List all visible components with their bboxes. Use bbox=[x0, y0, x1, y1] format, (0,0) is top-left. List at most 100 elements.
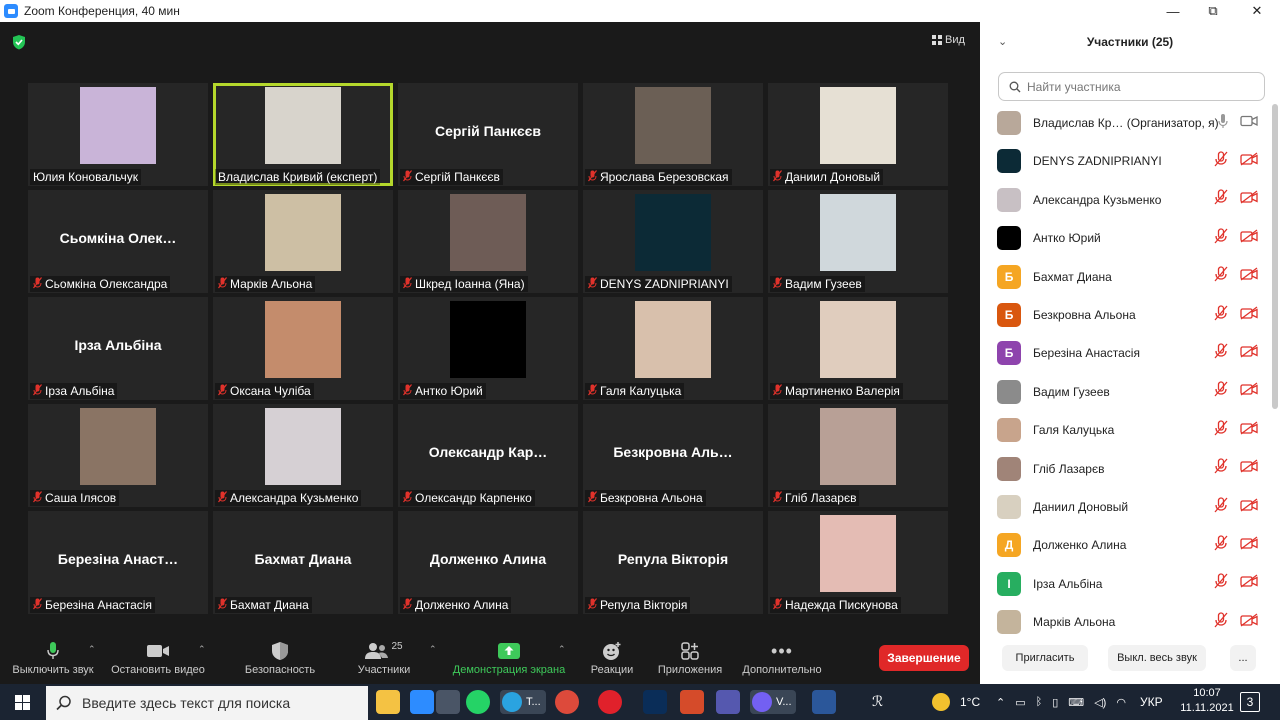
volume-icon[interactable]: ◁) bbox=[1094, 696, 1106, 709]
participant-row[interactable]: І Ірза Альбіна bbox=[980, 565, 1272, 603]
invite-button[interactable]: Пригласить bbox=[1002, 645, 1088, 671]
video-tile[interactable]: Антко Юрий bbox=[398, 297, 578, 400]
video-off-icon[interactable] bbox=[1240, 190, 1258, 209]
muted-mic-icon[interactable] bbox=[1214, 535, 1228, 556]
muted-mic-icon[interactable] bbox=[1214, 266, 1228, 287]
mute-button[interactable]: Выключить звук bbox=[8, 638, 98, 682]
clock[interactable]: 10:07 11.11.2021 bbox=[1174, 686, 1240, 716]
microphone-icon[interactable] bbox=[1218, 113, 1228, 134]
wifi-icon[interactable]: ◠ bbox=[1116, 696, 1126, 709]
share-screen-button[interactable]: Демонстрация экрана bbox=[448, 638, 570, 682]
video-tile[interactable]: Владислав Кривий (експерт) bbox=[213, 83, 393, 186]
shield-check-icon[interactable] bbox=[12, 34, 26, 50]
photoshop-icon[interactable] bbox=[643, 690, 667, 714]
opera-icon[interactable] bbox=[598, 690, 622, 714]
telegram-app[interactable]: T... bbox=[500, 690, 546, 714]
video-options-chevron-icon[interactable]: ⌃ bbox=[198, 644, 206, 655]
video-tile[interactable]: Олександр Кар… Олександр Карпенко bbox=[398, 404, 578, 507]
video-tile[interactable]: Долженко Алина Долженко Алина bbox=[398, 511, 578, 614]
muted-mic-icon[interactable] bbox=[1214, 189, 1228, 210]
muted-mic-icon[interactable] bbox=[1214, 228, 1228, 249]
video-tile[interactable]: Оксана Чуліба bbox=[213, 297, 393, 400]
viber-app[interactable]: V... bbox=[750, 690, 796, 714]
participant-row[interactable]: Александра Кузьменко bbox=[980, 181, 1272, 219]
participant-row[interactable]: Галя Калуцька bbox=[980, 411, 1272, 449]
bluetooth-icon[interactable]: ᛒ bbox=[1036, 696, 1043, 708]
video-tile[interactable]: Галя Калуцька bbox=[583, 297, 763, 400]
notification-center-icon[interactable]: 3 bbox=[1240, 692, 1260, 712]
search-input[interactable] bbox=[1027, 79, 1247, 94]
video-off-icon[interactable] bbox=[1240, 421, 1258, 440]
participant-row[interactable]: Марків Альона bbox=[980, 603, 1272, 634]
more-button[interactable]: ••• Дополнительно bbox=[738, 638, 826, 682]
video-tile[interactable]: Безкровна Аль… Безкровна Альона bbox=[583, 404, 763, 507]
muted-mic-icon[interactable] bbox=[1214, 573, 1228, 594]
video-tile[interactable]: Вадим Гузеев bbox=[768, 190, 948, 293]
restore-button[interactable]: ⧉ bbox=[1190, 0, 1236, 22]
panel-more-button[interactable]: ... bbox=[1230, 645, 1256, 671]
video-tile[interactable]: Мартиненко Валерія bbox=[768, 297, 948, 400]
apps-button[interactable]: Приложения bbox=[652, 638, 728, 682]
whatsapp-icon[interactable] bbox=[466, 690, 490, 714]
muted-mic-icon[interactable] bbox=[1214, 381, 1228, 402]
muted-mic-icon[interactable] bbox=[1214, 612, 1228, 633]
participant-row[interactable]: Д Долженко Алина bbox=[980, 526, 1272, 564]
close-button[interactable]: ✕ bbox=[1234, 0, 1280, 22]
video-off-icon[interactable] bbox=[1240, 613, 1258, 632]
video-off-icon[interactable] bbox=[1240, 344, 1258, 363]
video-tile[interactable]: Шкред Іоанна (Яна) bbox=[398, 190, 578, 293]
video-tile[interactable]: Марків Альона bbox=[213, 190, 393, 293]
video-tile[interactable]: Березіна Анаст… Березіна Анастасія bbox=[28, 511, 208, 614]
video-off-icon[interactable] bbox=[1240, 574, 1258, 593]
muted-mic-icon[interactable] bbox=[1214, 496, 1228, 518]
reactions-button[interactable]: Реакции bbox=[585, 638, 639, 682]
video-off-icon[interactable] bbox=[1240, 267, 1258, 286]
video-tile[interactable]: Сергій Панкєєв Сергій Панкєєв bbox=[398, 83, 578, 186]
video-off-icon[interactable] bbox=[1240, 497, 1258, 517]
muted-mic-icon[interactable] bbox=[1214, 304, 1228, 326]
participants-options-chevron-icon[interactable]: ⌃ bbox=[429, 644, 437, 655]
participant-row[interactable]: Гліб Лазарєв bbox=[980, 450, 1272, 488]
video-tile[interactable]: Ярослава Березовская bbox=[583, 83, 763, 186]
mute-all-button[interactable]: Выкл. весь звук bbox=[1108, 645, 1206, 671]
participants-button[interactable]: 25 Участники bbox=[346, 638, 422, 682]
stop-video-button[interactable]: Остановить видео bbox=[108, 638, 208, 682]
muted-mic-icon[interactable] bbox=[1214, 420, 1228, 441]
video-off-icon[interactable] bbox=[1240, 305, 1258, 325]
video-camera-icon[interactable] bbox=[1240, 114, 1258, 132]
zoom-app-icon[interactable] bbox=[410, 690, 434, 714]
participant-row[interactable]: Владислав Кр… (Организатор, я) bbox=[980, 104, 1272, 142]
video-off-icon[interactable] bbox=[1240, 459, 1258, 478]
video-tile[interactable]: Александра Кузьменко bbox=[213, 404, 393, 507]
share-options-chevron-icon[interactable]: ⌃ bbox=[558, 644, 566, 655]
participant-row[interactable]: Б Березіна Анастасія bbox=[980, 334, 1272, 372]
video-tile[interactable]: Сьомкіна Олек… Сьомкіна Олександра bbox=[28, 190, 208, 293]
security-button[interactable]: Безопасность bbox=[238, 638, 322, 682]
participant-row[interactable]: Антко Юрий bbox=[980, 219, 1272, 257]
taskbar-search[interactable]: Введите здесь текст для поиска bbox=[46, 686, 368, 720]
video-tile[interactable]: Юлия Коновальчук bbox=[28, 83, 208, 186]
participant-row[interactable]: Вадим Гузеев bbox=[980, 373, 1272, 411]
keyboard-icon[interactable]: ⌨ bbox=[1068, 696, 1084, 709]
video-tile[interactable]: Даниил Доновый bbox=[768, 83, 948, 186]
video-off-icon[interactable] bbox=[1240, 229, 1258, 248]
video-tile[interactable]: Бахмат Диана Бахмат Диана bbox=[213, 511, 393, 614]
participant-row[interactable]: DENYS ZADNIPRIANYI bbox=[980, 142, 1272, 180]
muted-mic-icon[interactable] bbox=[1214, 151, 1228, 172]
video-tile[interactable]: Ірза Альбіна Ірза Альбіна bbox=[28, 297, 208, 400]
tray-chevron-up-icon[interactable]: ⌃ bbox=[996, 696, 1005, 709]
video-off-icon[interactable] bbox=[1240, 382, 1258, 401]
video-tile[interactable]: Гліб Лазарєв bbox=[768, 404, 948, 507]
network-icon[interactable]: ▭ bbox=[1015, 696, 1025, 709]
windows-start-icon[interactable] bbox=[15, 695, 30, 710]
participant-row[interactable]: Б Безкровна Альона bbox=[980, 296, 1272, 334]
end-meeting-button[interactable]: Завершение bbox=[879, 645, 969, 671]
zoom-window-icon[interactable] bbox=[436, 690, 460, 714]
participant-row[interactable]: Даниил Доновый bbox=[980, 488, 1272, 526]
panel-scrollbar[interactable] bbox=[1272, 104, 1278, 409]
video-tile[interactable]: Надежда Пискунова bbox=[768, 511, 948, 614]
view-button[interactable]: Вид bbox=[932, 34, 965, 46]
powerpoint-icon[interactable] bbox=[680, 690, 704, 714]
video-off-icon[interactable] bbox=[1240, 152, 1258, 171]
weather-widget[interactable]: 1°C bbox=[932, 684, 980, 720]
